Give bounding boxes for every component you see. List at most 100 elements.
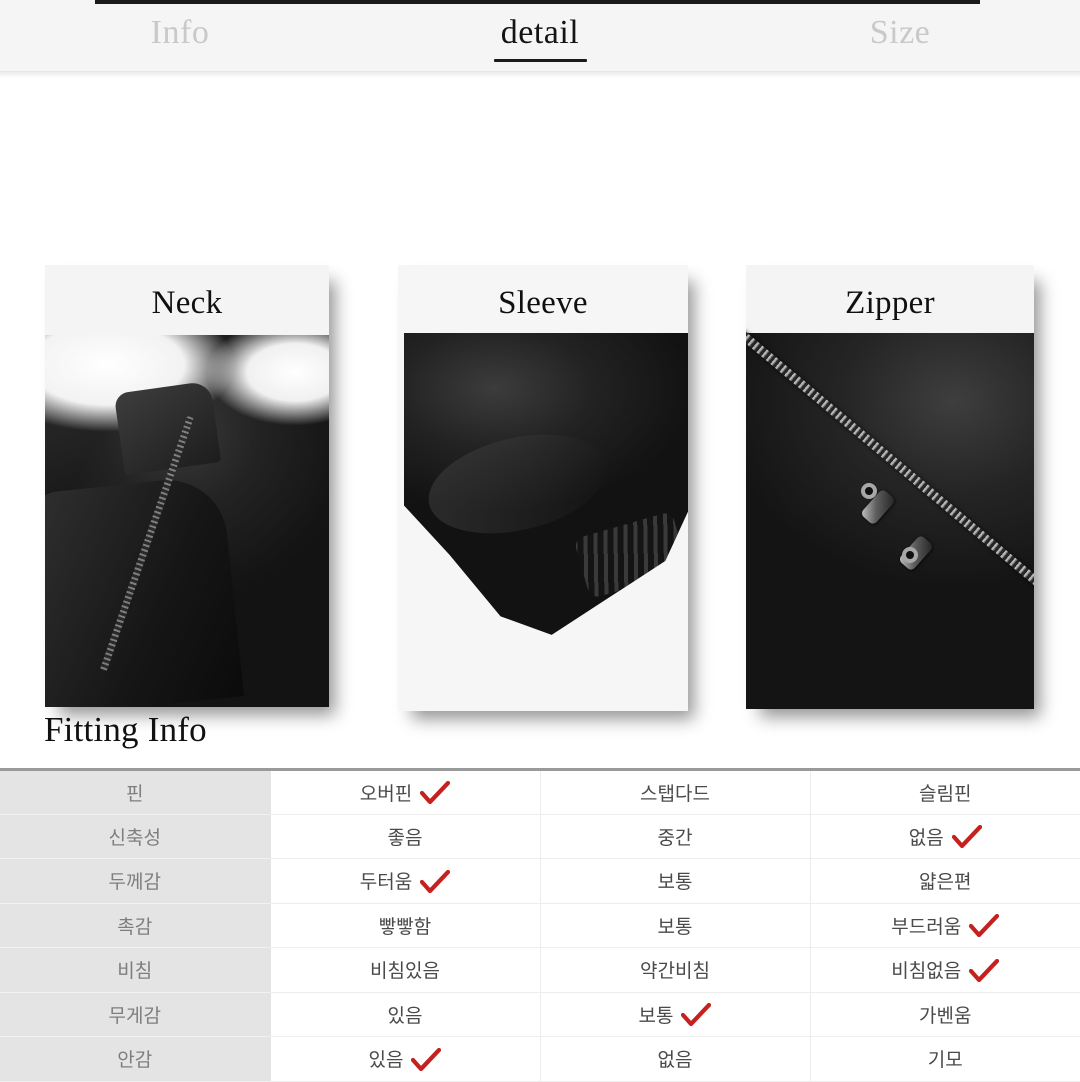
- tab-detail-label: detail: [500, 14, 580, 51]
- checkmark-icon: [420, 781, 451, 805]
- checkmark-icon: [969, 958, 1000, 982]
- fitting-option-cell[interactable]: 슬림핀: [810, 769, 1080, 815]
- fitting-option-text: 약간비침: [640, 961, 710, 983]
- fitting-option-wrap: 얇은편: [919, 867, 971, 894]
- fitting-option-text: 슬림핀: [919, 783, 972, 805]
- fitting-option-wrap: 보통: [658, 867, 693, 894]
- fitting-option-cell[interactable]: 얇은편: [810, 858, 1080, 904]
- fitting-option-cell[interactable]: 부드러움: [810, 903, 1080, 948]
- fitting-info-table-body: 핀 오버핀 스탭다드 슬림핀 신축성 좋음 중간 없음 두께감 두터움 보통 얇은편 촉감 빻빻함 보통 부드…: [0, 769, 1080, 1082]
- checkmark-icon: [681, 1003, 712, 1027]
- fitting-option-cell[interactable]: 기모: [810, 1036, 1080, 1082]
- detail-card-sleeve-title: Sleeve: [498, 285, 588, 321]
- fitting-option-text: 비침없음: [891, 961, 962, 983]
- fitting-option-wrap: 오버핀: [359, 779, 451, 806]
- neck-photo-collar-shape: [113, 380, 221, 476]
- fitting-row-label: 비침: [0, 947, 271, 993]
- fitting-option-wrap: 보통: [639, 1001, 712, 1028]
- fitting-option-wrap: 보통: [658, 912, 693, 939]
- fitting-option-cell[interactable]: 빻빻함: [270, 903, 541, 948]
- detail-card-zipper[interactable]: Zipper: [746, 265, 1034, 709]
- fitting-option-wrap: 가벤움: [919, 1001, 971, 1028]
- tab-bar-shadow: [0, 72, 1080, 79]
- fitting-option-cell[interactable]: 중간: [540, 814, 811, 859]
- fitting-option-cell[interactable]: 오버핀: [270, 769, 541, 815]
- fitting-option-text: 얇은편: [919, 872, 972, 894]
- fitting-option-wrap: 있음: [388, 1001, 423, 1028]
- detail-card-neck-title: Neck: [151, 285, 223, 321]
- fitting-option-text: 스탭다드: [640, 783, 710, 805]
- fitting-option-text: 있음: [368, 1050, 404, 1072]
- fitting-option-wrap: 슬림핀: [919, 779, 971, 806]
- fitting-option-cell[interactable]: 있음: [270, 1036, 541, 1082]
- tab-detail-underline: [493, 59, 587, 62]
- table-row: 무게감 있음 보통 가벤움: [0, 992, 1080, 1037]
- fitting-option-wrap: 두터움: [359, 867, 451, 894]
- fitting-option-text: 보통: [638, 1005, 674, 1027]
- checkmark-icon: [411, 1047, 442, 1071]
- sleeve-photo-cuff-shape: [573, 511, 688, 599]
- fitting-option-text: 가벤움: [919, 1005, 972, 1027]
- tab-bar: Info detail Size: [0, 6, 1080, 72]
- fitting-option-wrap: 기모: [928, 1045, 963, 1072]
- fitting-option-cell[interactable]: 있음: [270, 992, 541, 1037]
- fitting-row-label: 두께감: [0, 858, 271, 904]
- fitting-option-text: 없음: [657, 1050, 693, 1072]
- fitting-option-cell[interactable]: 가벤움: [810, 992, 1080, 1037]
- detail-card-neck[interactable]: Neck: [45, 265, 329, 707]
- fitting-option-cell[interactable]: 없음: [810, 814, 1080, 859]
- tab-info-label: Info: [150, 14, 210, 51]
- fitting-option-cell[interactable]: 보통: [540, 858, 811, 904]
- fitting-option-text: 오버핀: [359, 783, 413, 805]
- sleeve-photo: [404, 333, 688, 635]
- checkmark-icon: [420, 869, 451, 893]
- tab-info[interactable]: Info: [0, 6, 360, 72]
- fitting-option-cell[interactable]: 약간비침: [540, 947, 811, 993]
- fitting-option-cell[interactable]: 없음: [540, 1036, 811, 1082]
- fitting-option-text: 보통: [657, 916, 693, 938]
- tab-size-underline: [854, 59, 947, 62]
- detail-card-sleeve[interactable]: Sleeve: [398, 265, 688, 711]
- fitting-option-text: 보통: [657, 872, 693, 894]
- zipper-photo-ring-lower: [901, 547, 918, 564]
- tab-info-underline: [134, 59, 227, 62]
- table-row: 촉감 빻빻함 보통 부드러움: [0, 903, 1080, 948]
- fitting-option-cell[interactable]: 비침있음: [270, 947, 541, 993]
- table-row: 안감 있음 없음 기모: [0, 1036, 1080, 1082]
- zipper-photo-teeth-line: [746, 303, 1034, 644]
- fitting-option-wrap: 약간비침: [640, 956, 710, 983]
- fitting-option-text: 기모: [927, 1050, 963, 1072]
- top-divider-line: [95, 0, 980, 4]
- fitting-option-wrap: 빻빻함: [379, 912, 431, 939]
- fitting-info-heading: Fitting Info: [44, 710, 207, 749]
- tab-size[interactable]: Size: [720, 6, 1080, 72]
- fitting-option-wrap: 비침없음: [891, 956, 1000, 983]
- fitting-option-wrap: 좋음: [388, 823, 423, 850]
- tab-size-label: Size: [869, 14, 931, 51]
- fitting-option-wrap: 있음: [369, 1045, 442, 1072]
- fitting-option-cell[interactable]: 두터움: [270, 858, 541, 904]
- fitting-option-text: 좋음: [387, 827, 423, 849]
- table-row: 신축성 좋음 중간 없음: [0, 814, 1080, 859]
- fitting-row-label: 촉감: [0, 903, 271, 948]
- tab-detail[interactable]: detail: [360, 6, 720, 72]
- fitting-option-wrap: 스탭다드: [640, 779, 710, 806]
- fitting-option-text: 없음: [908, 827, 944, 849]
- fitting-option-text: 빻빻함: [378, 916, 432, 938]
- fitting-row-label: 신축성: [0, 814, 271, 859]
- fitting-option-wrap: 없음: [658, 1045, 693, 1072]
- fitting-option-cell[interactable]: 비침없음: [810, 947, 1080, 993]
- fitting-option-cell[interactable]: 스탭다드: [540, 769, 811, 815]
- fitting-option-text: 부드러움: [891, 916, 962, 938]
- fitting-option-cell[interactable]: 보통: [540, 992, 811, 1037]
- fitting-option-cell[interactable]: 보통: [540, 903, 811, 948]
- detail-card-gallery: Neck Sleeve Zipper: [0, 79, 1080, 711]
- fitting-option-text: 비침있음: [370, 961, 440, 983]
- fitting-option-text: 두터움: [359, 872, 413, 894]
- checkmark-icon: [969, 914, 1000, 938]
- fitting-option-cell[interactable]: 좋음: [270, 814, 541, 859]
- detail-card-zipper-title: Zipper: [845, 285, 935, 321]
- sleeve-photo-fold-highlight: [418, 418, 617, 550]
- fitting-option-wrap: 비침있음: [370, 956, 440, 983]
- fitting-row-label: 무게감: [0, 992, 271, 1037]
